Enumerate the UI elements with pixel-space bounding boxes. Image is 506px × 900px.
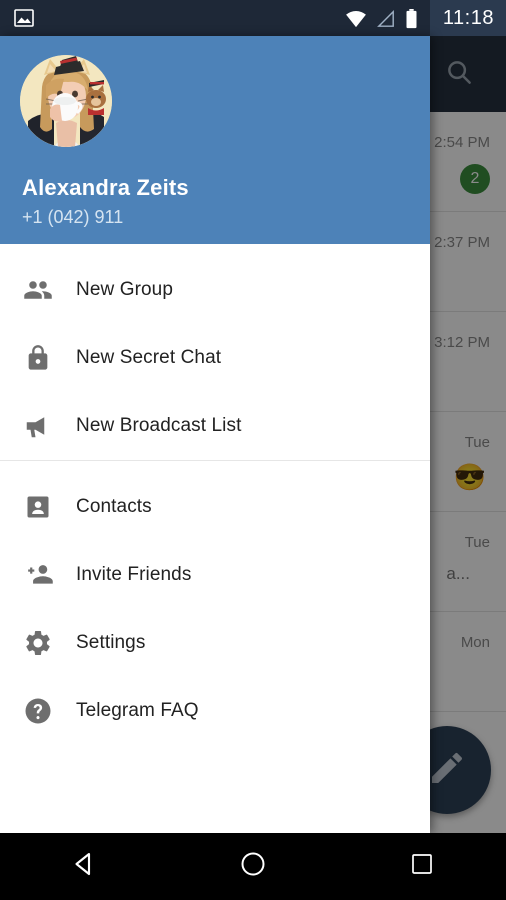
profile-phone-number: +1 (042) 911	[22, 207, 124, 227]
drawer-item-settings[interactable]: Settings	[0, 609, 430, 677]
nav-home-button[interactable]	[203, 833, 303, 900]
person-add-icon	[0, 541, 76, 609]
drawer-item-contacts[interactable]: Contacts	[0, 473, 430, 541]
drawer-item-label: Contacts	[76, 496, 152, 517]
battery-icon	[405, 9, 418, 34]
contact-card-icon	[0, 473, 76, 541]
drawer-menu-group-secondary: Contacts Invite Friends Settings Telegra…	[0, 461, 430, 745]
avatar[interactable]	[20, 55, 112, 147]
android-nav-bar	[0, 833, 506, 900]
megaphone-icon	[0, 392, 76, 460]
drawer-item-invite-friends[interactable]: Invite Friends	[0, 541, 430, 609]
phone-screen: 2:54 PM 2 2:37 PM 3:12 PM Tue 😎 a... Tue…	[0, 0, 506, 900]
recents-square-icon	[410, 852, 434, 881]
status-bar-icons	[345, 9, 418, 34]
help-circle-icon	[0, 677, 76, 745]
drawer-item-label: Invite Friends	[76, 564, 192, 585]
gear-icon	[0, 609, 76, 677]
drawer-item-label: New Secret Chat	[76, 347, 222, 368]
drawer-item-label: New Broadcast List	[76, 415, 242, 436]
drawer-item-label: Telegram FAQ	[76, 700, 199, 721]
home-circle-icon	[239, 850, 267, 883]
drawer-item-new-secret-chat[interactable]: New Secret Chat	[0, 324, 430, 392]
drawer-item-label: Settings	[76, 632, 146, 653]
cellular-signal-icon	[376, 10, 396, 33]
back-triangle-icon	[69, 849, 99, 884]
people-icon	[0, 256, 76, 324]
nav-recents-button[interactable]	[372, 833, 472, 900]
navigation-drawer: Alexandra Zeits +1 (042) 911 New Group N…	[0, 36, 430, 833]
lock-icon	[0, 324, 76, 392]
user-profile-photo	[20, 55, 112, 147]
drawer-item-new-group[interactable]: New Group	[0, 256, 430, 324]
nav-back-button[interactable]	[34, 833, 134, 900]
drawer-item-label: New Group	[76, 279, 173, 300]
drawer-item-telegram-faq[interactable]: Telegram FAQ	[0, 677, 430, 745]
status-bar-clock: 11:18	[442, 7, 494, 29]
wifi-icon	[345, 10, 367, 33]
profile-name: Alexandra Zeits	[22, 175, 189, 200]
drawer-menu-group-primary: New Group New Secret Chat New Broadcast …	[0, 244, 430, 460]
image-icon	[14, 9, 34, 32]
drawer-item-new-broadcast-list[interactable]: New Broadcast List	[0, 392, 430, 460]
drawer-profile-header[interactable]: Alexandra Zeits +1 (042) 911	[0, 36, 430, 244]
